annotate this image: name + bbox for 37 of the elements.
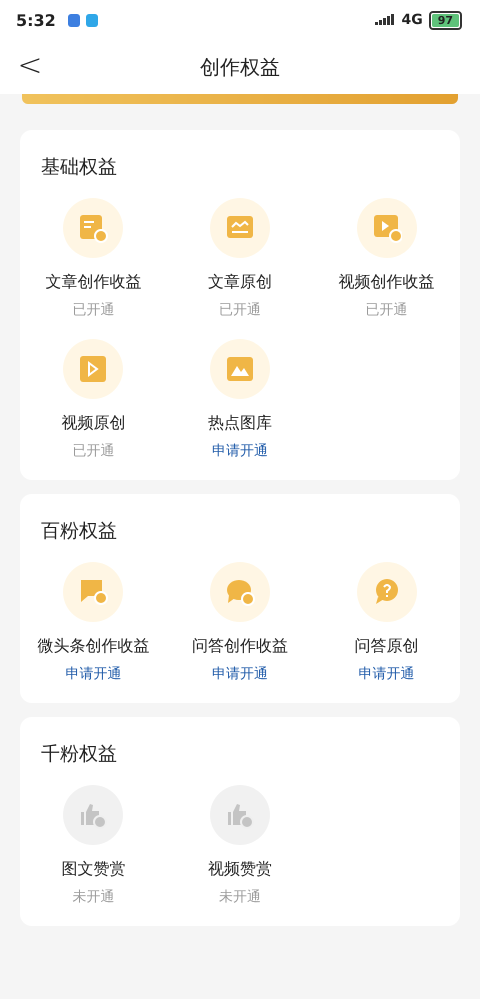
- apply-link[interactable]: 申请开通: [212, 442, 268, 460]
- bubble-coin-icon: [224, 577, 255, 607]
- app-icon: [68, 14, 80, 26]
- battery-level: 97: [432, 14, 459, 26]
- back-button[interactable]: <: [0, 48, 60, 86]
- benefit-label: 文章原创: [208, 272, 272, 293]
- document-coin-icon: [78, 213, 108, 243]
- apply-link[interactable]: 申请开通: [212, 665, 268, 683]
- status-text: 已开通: [72, 442, 114, 460]
- benefit-label: 热点图库: [208, 413, 272, 434]
- status-text: 已开通: [72, 301, 114, 319]
- benefit-label: 微头条创作收益: [37, 636, 150, 657]
- app-icon: [86, 14, 98, 26]
- clock-time: 5:32: [16, 10, 56, 30]
- apply-link[interactable]: 申请开通: [65, 665, 122, 683]
- status-text: 已开通: [218, 301, 261, 319]
- benefit-label: 视频赞赏: [208, 859, 272, 880]
- section-title: 基础权益: [40, 155, 118, 180]
- signal-icon: [375, 14, 396, 26]
- status-text: 未开通: [218, 888, 261, 906]
- section-title: 百粉权益: [40, 519, 118, 544]
- video-coin-icon: [372, 213, 402, 243]
- benefit-label: 问答创作收益: [192, 636, 288, 657]
- benefit-label: 视频创作收益: [338, 272, 435, 293]
- image-icon: [224, 354, 255, 384]
- benefit-label: 视频原创: [61, 413, 126, 434]
- benefit-label: 问答原创: [354, 636, 419, 657]
- section-title: 千粉权益: [40, 742, 118, 767]
- status-text: 未开通: [72, 888, 114, 906]
- benefit-label: 图文赞赏: [61, 859, 126, 880]
- apply-link[interactable]: 申请开通: [358, 665, 415, 683]
- network-label: 4G: [401, 12, 423, 28]
- play-icon: [78, 354, 108, 384]
- status-text: 已开通: [366, 301, 408, 319]
- benefit-label: 文章创作收益: [45, 272, 142, 293]
- chat-coin-icon: [78, 577, 108, 607]
- page-title: 创作权益: [199, 54, 281, 80]
